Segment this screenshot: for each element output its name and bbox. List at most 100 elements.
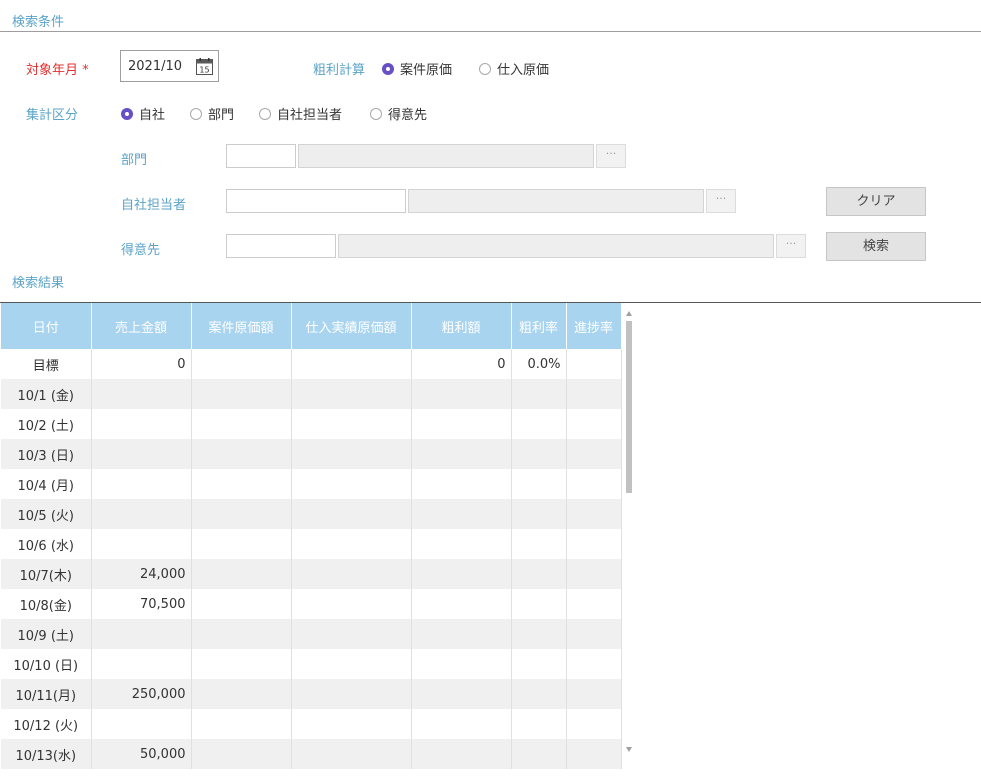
radio-project-cost-label: 案件原価 <box>400 63 453 78</box>
table-row[interactable]: 10/8(金) 70,500 <box>1 589 622 619</box>
clear-button[interactable]: クリア <box>826 187 926 216</box>
cell-date: 10/1 (金) <box>1 379 92 409</box>
radio-own-company[interactable]: 自社 <box>121 104 165 123</box>
customer-lookup-button[interactable]: ··· <box>776 234 806 258</box>
cell-gross-margin <box>511 619 567 649</box>
cell-gross-profit <box>411 439 512 469</box>
cell-sales <box>91 469 192 499</box>
cell-gross-profit <box>411 409 512 439</box>
cell-progress <box>566 439 622 469</box>
cell-project-cost <box>191 469 292 499</box>
cell-purchase-cost <box>291 499 412 529</box>
cell-gross-profit <box>411 649 512 679</box>
radio-staff[interactable]: 自社担当者 <box>259 104 342 123</box>
scroll-up-icon[interactable] <box>626 311 632 316</box>
cell-gross-profit <box>411 619 512 649</box>
column-header-project-cost[interactable]: 案件原価額 <box>191 303 292 349</box>
column-header-purchase-cost[interactable]: 仕入実績原価額 <box>291 303 412 349</box>
department-name-field <box>298 144 594 168</box>
grid-scrollbar[interactable] <box>624 308 634 752</box>
radio-purchase-cost[interactable]: 仕入原価 <box>479 59 549 78</box>
search-conditions-title: 検索条件 <box>12 15 65 30</box>
customer-label: 得意先 <box>121 243 161 258</box>
table-row[interactable]: 10/6 (水) <box>1 529 622 559</box>
target-month-label: 対象年月 * <box>26 59 89 78</box>
table-row[interactable]: 目標 0 0 0.0% <box>1 349 622 379</box>
radio-dot <box>382 62 394 75</box>
cell-progress <box>566 649 622 679</box>
cell-date: 10/11(月) <box>1 679 92 709</box>
cell-sales: 250,000 <box>91 679 192 709</box>
cell-date: 10/13(水) <box>1 739 92 769</box>
cell-project-cost <box>191 619 292 649</box>
cell-gross-profit <box>411 589 512 619</box>
table-row[interactable]: 10/1 (金) <box>1 379 622 409</box>
cell-gross-profit <box>411 499 512 529</box>
cell-project-cost <box>191 409 292 439</box>
cell-purchase-cost <box>291 679 412 709</box>
column-header-progress[interactable]: 進捗率 <box>566 303 622 349</box>
staff-lookup-button[interactable]: ··· <box>706 189 736 213</box>
staff-code-input[interactable] <box>226 189 406 213</box>
customer-code-input[interactable] <box>226 234 336 258</box>
table-row[interactable]: 10/5 (火) <box>1 499 622 529</box>
cell-purchase-cost <box>291 439 412 469</box>
radio-project-cost[interactable]: 案件原価 <box>382 59 452 78</box>
cell-gross-margin <box>511 559 567 589</box>
table-row[interactable]: 10/11(月) 250,000 <box>1 679 622 709</box>
scroll-thumb[interactable] <box>626 321 632 493</box>
column-header-gross-profit[interactable]: 粗利額 <box>411 303 512 349</box>
cell-gross-margin <box>511 409 567 439</box>
cell-date: 10/6 (水) <box>1 529 92 559</box>
target-month-input[interactable]: 2021/10 15 <box>120 50 219 82</box>
cell-gross-margin <box>511 739 567 769</box>
radio-purchase-cost-label: 仕入原価 <box>497 63 550 78</box>
cell-purchase-cost <box>291 589 412 619</box>
radio-dot <box>479 62 491 75</box>
results-table: 日付 売上金額 案件原価額 仕入実績原価額 粗利額 粗利率 進捗率 目標 0 0 0.… <box>1 303 622 769</box>
cell-gross-profit: 0 <box>411 349 512 379</box>
table-row[interactable]: 10/12 (火) <box>1 709 622 739</box>
cell-date: 10/5 (火) <box>1 499 92 529</box>
cell-progress <box>566 349 622 379</box>
cell-gross-margin <box>511 439 567 469</box>
cell-date: 10/2 (土) <box>1 409 92 439</box>
column-header-sales[interactable]: 売上金額 <box>91 303 192 349</box>
cell-gross-margin <box>511 709 567 739</box>
table-row[interactable]: 10/7(木) 24,000 <box>1 559 622 589</box>
search-button[interactable]: 検索 <box>826 232 926 261</box>
calendar-icon-day: 15 <box>199 66 209 75</box>
cell-sales: 0 <box>91 349 192 379</box>
cell-purchase-cost <box>291 379 412 409</box>
cell-project-cost <box>191 439 292 469</box>
radio-own-company-label: 自社 <box>139 108 166 123</box>
cell-progress <box>566 739 622 769</box>
scroll-down-icon[interactable] <box>626 747 632 752</box>
cell-purchase-cost <box>291 349 412 379</box>
cell-gross-profit <box>411 739 512 769</box>
cell-date: 10/3 (日) <box>1 439 92 469</box>
department-lookup-button[interactable]: ··· <box>596 144 626 168</box>
radio-dot <box>190 107 202 120</box>
cell-project-cost <box>191 589 292 619</box>
radio-department[interactable]: 部門 <box>190 104 234 123</box>
cell-project-cost <box>191 739 292 769</box>
table-row[interactable]: 10/2 (土) <box>1 409 622 439</box>
column-header-date[interactable]: 日付 <box>1 303 92 349</box>
radio-staff-label: 自社担当者 <box>277 108 343 123</box>
radio-customer[interactable]: 得意先 <box>370 104 427 123</box>
cell-date: 10/10 (日) <box>1 649 92 679</box>
table-row[interactable]: 10/9 (土) <box>1 619 622 649</box>
cell-project-cost <box>191 679 292 709</box>
cell-gross-margin <box>511 679 567 709</box>
column-header-gross-margin[interactable]: 粗利率 <box>511 303 567 349</box>
department-code-input[interactable] <box>226 144 296 168</box>
table-row[interactable]: 10/4 (月) <box>1 469 622 499</box>
table-row[interactable]: 10/3 (日) <box>1 439 622 469</box>
cell-gross-profit <box>411 469 512 499</box>
calendar-icon[interactable]: 15 <box>196 58 213 75</box>
radio-dot <box>121 107 133 120</box>
table-row[interactable]: 10/10 (日) <box>1 649 622 679</box>
table-row[interactable]: 10/13(水) 50,000 <box>1 739 622 769</box>
radio-customer-label: 得意先 <box>388 108 428 123</box>
